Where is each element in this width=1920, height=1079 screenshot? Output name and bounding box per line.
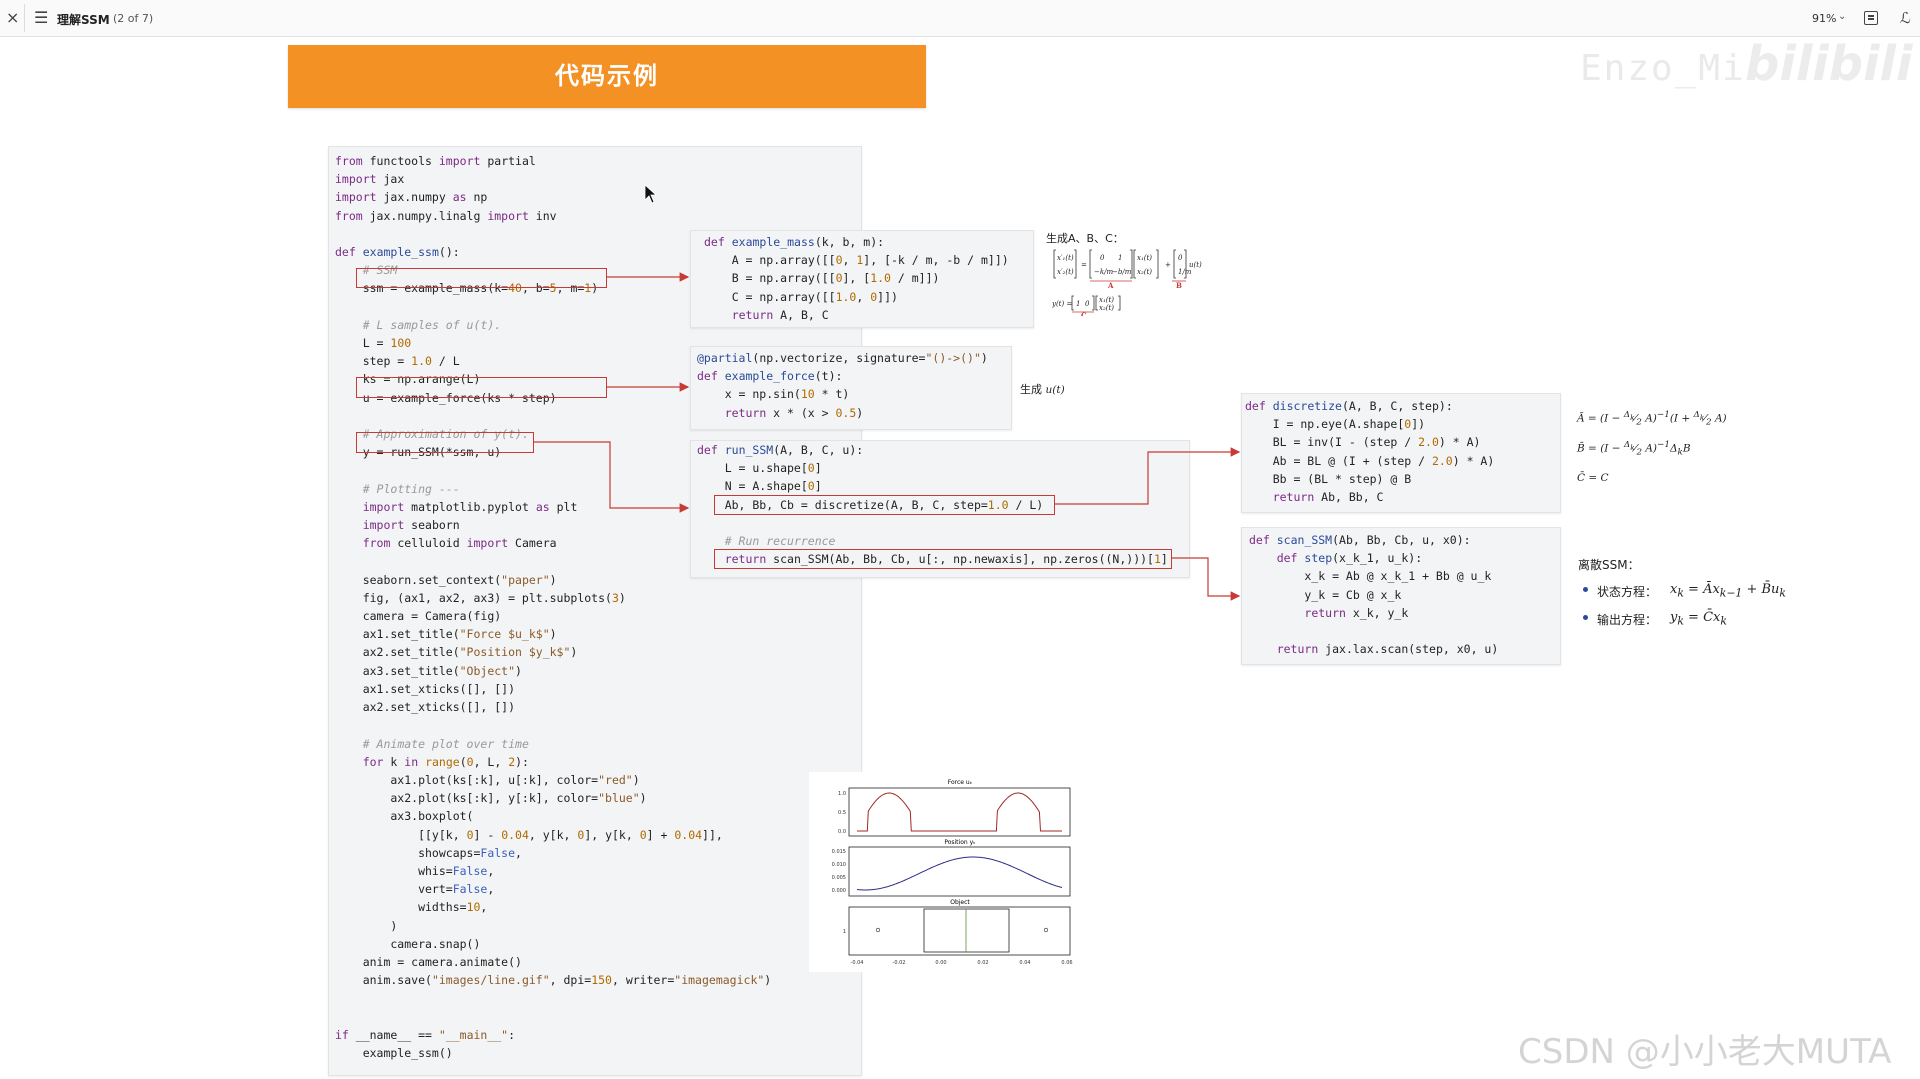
slide-title-banner: 代码示例 [288,45,926,108]
formula-c-bar: C̄ = C [1577,472,1609,484]
svg-text:x′₁(t): x′₁(t) [1057,254,1074,262]
position-axes [848,846,1071,897]
highlight-force-line [356,377,607,398]
object-flier-right [1043,927,1049,933]
plot-object-title: Object [950,899,970,906]
plot-xtick: -0.02 [893,960,906,966]
watermark-author: Enzo_Mi [1580,48,1746,89]
label-generate-u: 生成 u(t) [1020,381,1065,397]
plot-ytick: 1.0 [838,791,846,797]
object-ytick: 1 [843,929,846,935]
plot-xtick: -0.04 [851,960,864,966]
plot-ytick: 0.015 [832,849,846,855]
plot-force-title: Force uₖ [948,779,973,786]
example-force-code-text: @partial(np.vectorize, signature="()->()… [697,351,988,420]
svg-text:x₂(t): x₂(t) [1099,304,1114,312]
plot-xtick: 0.00 [935,960,946,966]
svg-text:1: 1 [1076,300,1080,308]
formula-output-equation: yk = C̄xk [1670,610,1727,628]
watermark-brand-logo: bilibili [1745,36,1913,92]
plot-ytick: 0.005 [832,875,846,881]
plot-xtick: 0.04 [1019,960,1030,966]
svg-text:−b/m: −b/m [1112,268,1132,276]
label-generate-abc: 生成A、B、C： [1046,232,1124,245]
viewer-toolbar: × ☰ 理解SSM (2 of 7) 91% ⌄ ℒ [0,0,1920,37]
plot-xtick: 0.02 [977,960,988,966]
plot-ytick: 0.5 [838,810,846,816]
scan-ssm-code-text: def scan_SSM(Ab, Bb, Cb, u, x0): def ste… [1249,533,1499,657]
svg-text:0: 0 [1085,300,1090,308]
matrix-label-b: B [1176,281,1182,290]
zoom-level[interactable]: 91% [1812,12,1836,25]
object-axes [848,906,1071,956]
plot-position-title: Position yₖ [944,839,976,846]
svg-text:0: 0 [1178,254,1183,262]
svg-text:x′₂(t): x′₂(t) [1057,268,1074,276]
svg-text:1/m: 1/m [1178,268,1192,276]
mouse-cursor-icon [644,184,658,204]
plot-ytick: 0.010 [832,862,846,868]
plot-ytick: 0.000 [832,888,846,894]
label-generate-u-math: u(t) [1045,384,1065,396]
force-line [857,792,1062,832]
state-space-equation: x′₁(t)x′₂(t) = 01 −k/m−b/m x₁(t)x₂(t) + … [1052,249,1202,316]
highlight-run-line [356,432,534,453]
example-mass-code-text: def example_mass(k, b, m): A = np.array(… [704,235,1009,322]
extension-icon[interactable]: ℒ [1900,9,1911,27]
label-discrete-ssm: 离散SSM： [1578,558,1640,572]
svg-text:0: 0 [1100,254,1105,262]
toolbar-divider [24,4,25,32]
svg-text:+: + [1165,261,1171,269]
svg-text:u(t): u(t) [1189,261,1202,269]
page-indicator: (2 of 7) [113,12,154,25]
svg-text:x₁(t): x₁(t) [1137,254,1152,262]
document-title: 理解SSM [57,13,110,27]
zoom-dropdown-icon[interactable]: ⌄ [1838,11,1846,22]
discretize-code-text: def discretize(A, B, C, step): I = np.ey… [1245,399,1495,505]
bullet-state [1583,587,1588,592]
watermark-csdn: CSDN @小小老大MUTA [1518,1032,1892,1072]
position-line [856,856,1063,891]
object-box [923,908,1010,953]
matrix-label-a: A [1107,281,1114,290]
plot-figure: Force uₖ 1.0 0.5 0.0 Position yₖ 0.015 0.01… [809,772,1077,972]
svg-text:−k/m: −k/m [1094,268,1113,276]
highlight-ssm-line [356,268,607,288]
close-icon[interactable]: × [6,8,19,27]
plot-xtick: 0.06 [1061,960,1072,966]
formula-a-bar: Ā = (I − Δk⁄2 A)−1(I + Δk⁄2 A) [1577,410,1727,428]
formula-b-bar: B̄ = (I − Δk⁄2 A)−1ΔkB [1577,440,1691,458]
bullet-output [1583,615,1588,620]
label-state-equation: 状态方程： [1597,585,1658,599]
svg-text:=: = [1081,261,1087,269]
menu-icon[interactable]: ☰ [34,8,48,27]
svg-text:y(t) =: y(t) = [1052,300,1072,308]
sidebar-toggle-icon[interactable] [1864,11,1878,25]
highlight-discretize-line [714,495,1055,515]
highlight-scan-line [714,549,1172,569]
object-flier-left [875,927,881,933]
svg-text:x₂(t): x₂(t) [1137,268,1152,276]
slide-title: 代码示例 [555,62,659,90]
plot-ytick: 0.0 [838,829,846,835]
label-generate-u-text: 生成 [1020,383,1042,396]
plot-svg: Force uₖ 1.0 0.5 0.0 Position yₖ 0.015 0.01… [832,779,1073,966]
svg-text:x₁(t): x₁(t) [1099,296,1114,304]
formula-state-equation: xk = Āxk−1 + B̄uk [1670,582,1786,600]
svg-text:1: 1 [1118,254,1122,262]
label-output-equation: 输出方程： [1597,613,1658,627]
